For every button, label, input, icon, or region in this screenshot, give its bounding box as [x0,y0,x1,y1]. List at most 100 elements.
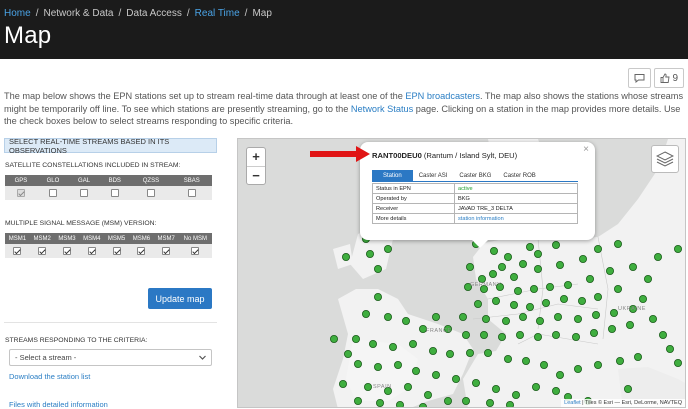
station-marker[interactable] [665,344,674,353]
station-marker[interactable] [555,370,564,379]
station-marker[interactable] [541,298,550,307]
msm-checkbox[interactable] [191,247,200,255]
station-marker[interactable] [633,352,642,361]
network-status-link[interactable]: Network Status [351,104,413,114]
station-marker[interactable] [401,316,410,325]
station-marker[interactable] [342,253,351,262]
station-marker[interactable] [593,292,602,301]
station-marker[interactable] [368,339,377,348]
station-marker[interactable] [373,265,382,274]
zoom-in-button[interactable]: + [247,148,265,166]
msm-checkbox[interactable] [137,247,146,255]
station-marker[interactable] [481,314,490,323]
station-marker[interactable] [364,382,373,391]
station-marker[interactable] [383,245,392,254]
station-marker[interactable] [518,260,527,269]
station-marker[interactable] [488,269,497,278]
station-marker[interactable] [465,348,474,357]
station-marker[interactable] [509,300,518,309]
download-station-list-link[interactable]: Download the station list [9,372,90,381]
station-marker[interactable] [559,294,568,303]
station-marker[interactable] [503,354,512,363]
station-marker[interactable] [525,302,534,311]
station-marker[interactable] [431,312,440,321]
station-marker[interactable] [465,263,474,272]
msm-checkbox[interactable] [62,247,71,255]
station-marker[interactable] [585,274,594,283]
station-marker[interactable] [555,261,564,270]
station-marker[interactable] [461,330,470,339]
station-marker[interactable] [445,349,454,358]
station-marker[interactable] [373,292,382,301]
station-marker[interactable] [539,360,548,369]
station-marker[interactable] [578,255,587,264]
station-marker[interactable] [571,332,580,341]
station-marker[interactable] [577,296,586,305]
station-marker[interactable] [613,284,622,293]
station-marker[interactable] [471,378,480,387]
station-marker[interactable] [403,382,412,391]
station-marker[interactable] [443,396,452,405]
station-marker[interactable] [393,360,402,369]
station-marker[interactable] [529,284,538,293]
station-marker[interactable] [648,314,657,323]
station-marker[interactable] [396,401,404,408]
constellations-checkbox[interactable] [110,189,119,197]
station-marker[interactable] [591,310,600,319]
stream-select[interactable]: - Select a stream - [9,349,212,366]
station-marker[interactable] [506,401,514,408]
station-information-link[interactable]: station information [454,213,578,224]
station-marker[interactable] [638,294,647,303]
like-button[interactable]: 9 [654,68,684,88]
msm-checkbox[interactable] [112,247,121,255]
station-marker[interactable] [497,332,506,341]
station-marker[interactable] [428,346,437,355]
comment-button[interactable] [628,68,652,88]
station-marker[interactable] [411,366,420,375]
station-marker[interactable] [643,274,652,283]
station-marker[interactable] [653,253,662,262]
update-map-button[interactable]: Update map [148,288,212,309]
station-marker[interactable] [458,312,467,321]
station-marker[interactable] [419,403,427,408]
station-marker[interactable] [373,362,382,371]
station-marker[interactable] [535,316,544,325]
station-marker[interactable] [607,324,616,333]
constellations-checkbox[interactable] [48,189,57,197]
station-map[interactable]: GERMANY FRANCE UKRAINE SPAIN + − × RANT0… [237,138,686,408]
station-marker[interactable] [589,328,598,337]
station-marker[interactable] [491,296,500,305]
zoom-out-button[interactable]: − [247,166,265,184]
station-marker[interactable] [491,384,500,393]
station-marker[interactable] [551,241,560,250]
station-marker[interactable] [673,358,682,367]
station-marker[interactable] [473,299,482,308]
station-marker[interactable] [605,266,614,275]
breadcrumb-real-time[interactable]: Real Time [195,8,240,19]
station-marker[interactable] [525,243,534,252]
station-marker[interactable] [533,250,542,259]
msm-checkbox[interactable] [13,247,22,255]
station-marker[interactable] [489,247,498,256]
station-marker[interactable] [362,309,371,318]
station-marker[interactable] [515,330,524,339]
breadcrumb-home[interactable]: Home [4,8,31,19]
station-marker[interactable] [563,280,572,289]
epn-broadcasters-link[interactable]: EPN broadcasters [405,91,480,101]
station-marker[interactable] [365,250,374,259]
station-marker[interactable] [509,272,518,281]
station-marker[interactable] [551,386,560,395]
layers-button[interactable] [651,145,679,173]
station-marker[interactable] [330,334,339,343]
station-marker[interactable] [545,282,554,291]
station-marker[interactable] [533,332,542,341]
station-marker[interactable] [615,356,624,365]
station-marker[interactable] [658,330,667,339]
station-marker[interactable] [501,316,510,325]
constellations-checkbox[interactable] [80,189,89,197]
constellations-checkbox[interactable] [187,189,196,197]
station-marker[interactable] [518,312,527,321]
station-marker[interactable] [344,349,353,358]
station-marker[interactable] [593,245,602,254]
constellations-checkbox[interactable] [146,189,155,197]
